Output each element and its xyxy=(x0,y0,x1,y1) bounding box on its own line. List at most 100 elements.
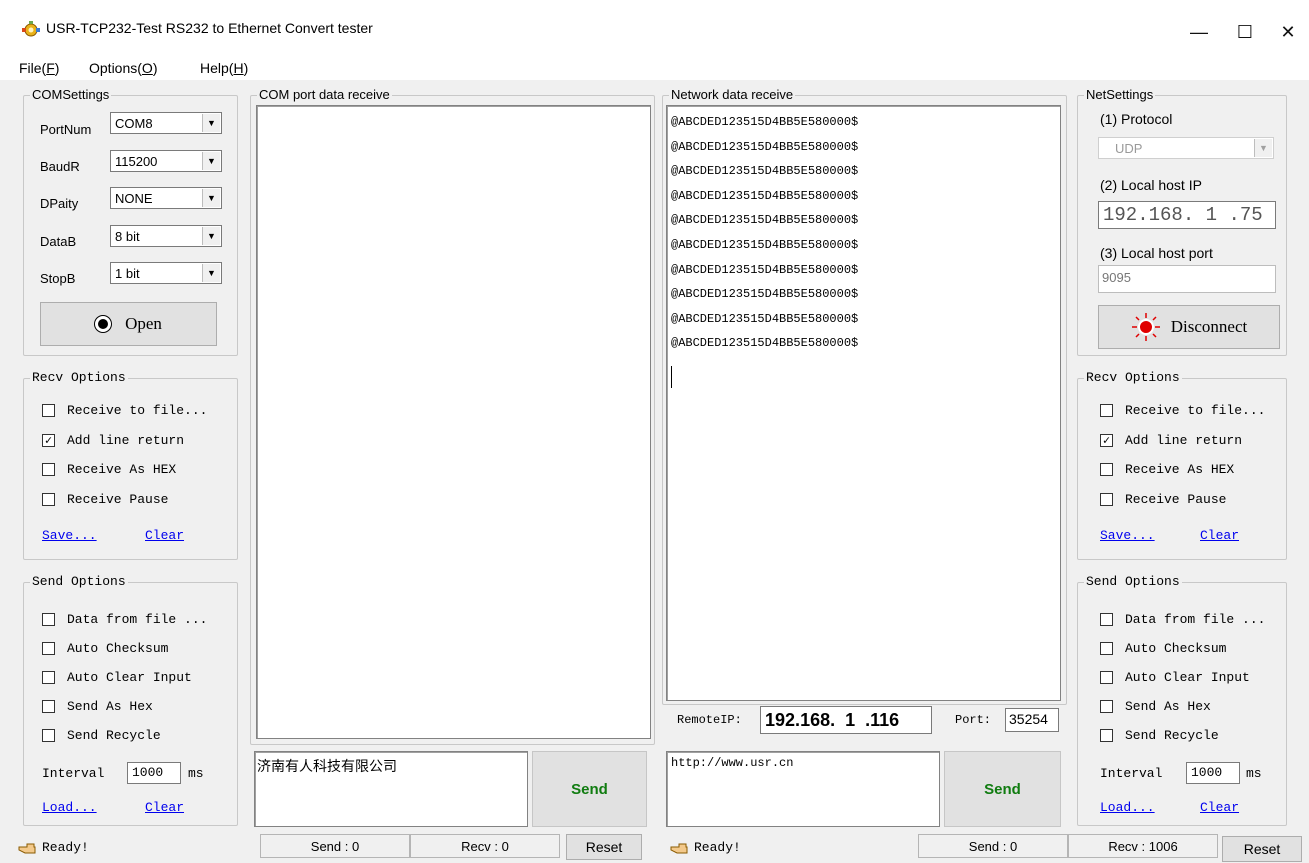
menu-help[interactable]: Help(H) xyxy=(200,60,248,76)
left-send-clear-link[interactable]: Clear xyxy=(145,800,184,815)
rx-line: @ABCDED123515D4BB5E580000$ xyxy=(671,115,859,129)
left-interval-unit: ms xyxy=(188,766,204,781)
local-ip-input[interactable]: 192. 168. 1 . 75 xyxy=(1098,201,1276,229)
left-auto-checksum-checkbox[interactable]: Auto Checksum xyxy=(42,641,168,656)
com-send-input[interactable]: 济南有人科技有限公司 xyxy=(254,751,528,827)
com-reset-button[interactable]: Reset xyxy=(566,834,642,860)
close-button[interactable]: ✕ xyxy=(1268,12,1308,52)
right-receive-as-hex-checkbox[interactable]: Receive As HEX xyxy=(1100,462,1234,477)
databits-label: DataB xyxy=(40,234,77,249)
remote-port-input[interactable]: 35254 xyxy=(1005,708,1059,732)
left-receive-to-file-checkbox[interactable]: Receive to file... xyxy=(42,403,207,418)
minimize-icon: — xyxy=(1190,21,1208,42)
right-send-as-hex-checkbox[interactable]: Send As Hex xyxy=(1100,699,1211,714)
open-button[interactable]: Open xyxy=(40,302,217,346)
databits-select[interactable]: 8 bit ▼ xyxy=(110,225,222,247)
checkbox-icon xyxy=(1100,493,1113,506)
right-load-link[interactable]: Load... xyxy=(1100,800,1155,815)
local-port-label: (3) Local host port xyxy=(1100,245,1213,261)
left-recv-clear-link[interactable]: Clear xyxy=(145,528,184,543)
baud-label: BaudR xyxy=(40,159,80,174)
right-save-link[interactable]: Save... xyxy=(1100,528,1155,543)
local-port-input[interactable]: 9095 xyxy=(1098,265,1276,293)
left-interval-input[interactable]: 1000 xyxy=(127,762,181,784)
remote-ip-label: RemoteIP: xyxy=(677,713,742,727)
left-add-line-return-checkbox[interactable]: ✓ Add line return xyxy=(42,433,184,448)
checkbox-icon xyxy=(42,613,55,626)
checkbox-icon xyxy=(1100,463,1113,476)
checkbox-icon xyxy=(42,671,55,684)
left-receive-as-hex-checkbox[interactable]: Receive As HEX xyxy=(42,462,176,477)
left-send-as-hex-checkbox[interactable]: Send As Hex xyxy=(42,699,153,714)
net-send-input[interactable]: http://www.usr.cn xyxy=(666,751,940,827)
left-receive-pause-checkbox[interactable]: Receive Pause xyxy=(42,492,168,507)
checkbox-icon xyxy=(42,642,55,655)
checkbox-icon xyxy=(1100,613,1113,626)
chevron-down-icon: ▼ xyxy=(202,189,220,207)
right-data-from-file-checkbox[interactable]: Data from file ... xyxy=(1100,612,1265,627)
right-recv-options-title: Recv Options xyxy=(1084,370,1182,386)
right-recv-clear-link[interactable]: Clear xyxy=(1200,528,1239,543)
checkbox-icon xyxy=(42,463,55,476)
com-send-counter: Send : 0 xyxy=(260,834,410,858)
left-send-recycle-checkbox[interactable]: Send Recycle xyxy=(42,728,161,743)
net-settings-title: NetSettings xyxy=(1084,87,1156,103)
rx-line: @ABCDED123515D4BB5E580000$ xyxy=(671,188,859,203)
net-reset-button[interactable]: Reset xyxy=(1222,836,1302,862)
right-interval-input[interactable]: 1000 xyxy=(1186,762,1240,784)
net-receive-area[interactable]: @ABCDED123515D4BB5E580000$ @ABCDED123515… xyxy=(666,105,1061,701)
rx-line: @ABCDED123515D4BB5E580000$ xyxy=(671,311,859,326)
right-auto-clear-input-checkbox[interactable]: Auto Clear Input xyxy=(1100,670,1250,685)
left-auto-clear-input-checkbox[interactable]: Auto Clear Input xyxy=(42,670,192,685)
left-status: Ready! xyxy=(18,840,89,855)
maximize-button[interactable]: ☐ xyxy=(1222,12,1268,52)
protocol-select[interactable]: UDP ▼ xyxy=(1098,137,1274,159)
rx-line: @ABCDED123515D4BB5E580000$ xyxy=(671,139,859,154)
parity-select[interactable]: NONE ▼ xyxy=(110,187,222,209)
left-save-link[interactable]: Save... xyxy=(42,528,97,543)
com-send-button[interactable]: Send xyxy=(532,751,647,827)
right-receive-to-file-checkbox[interactable]: Receive to file... xyxy=(1100,403,1265,418)
checkbox-icon xyxy=(42,404,55,417)
net-send-button[interactable]: Send xyxy=(944,751,1061,827)
left-recv-options-title: Recv Options xyxy=(30,370,128,386)
rx-line: @ABCDED123515D4BB5E580000$ xyxy=(671,336,859,351)
menu-file[interactable]: File(F) xyxy=(19,60,59,76)
com-receive-area[interactable] xyxy=(256,105,651,739)
stopbits-select[interactable]: 1 bit ▼ xyxy=(110,262,222,284)
port-select[interactable]: COM8 ▼ xyxy=(110,112,222,134)
chevron-down-icon: ▼ xyxy=(202,227,220,245)
right-send-clear-link[interactable]: Clear xyxy=(1200,800,1239,815)
disconnect-button[interactable]: Disconnect xyxy=(1098,305,1280,349)
remote-ip-input[interactable]: 192. 168. 1 . 116 xyxy=(760,706,932,734)
net-status: Ready! xyxy=(670,840,741,855)
checkmark-icon: ✓ xyxy=(42,434,55,447)
chevron-down-icon: ▼ xyxy=(202,264,220,282)
checkbox-icon xyxy=(1100,671,1113,684)
pointing-hand-icon xyxy=(670,843,688,853)
pointing-hand-icon xyxy=(18,843,36,853)
right-auto-checksum-checkbox[interactable]: Auto Checksum xyxy=(1100,641,1226,656)
app-icon xyxy=(22,21,40,37)
right-send-recycle-checkbox[interactable]: Send Recycle xyxy=(1100,728,1219,743)
com-receive-title: COM port data receive xyxy=(257,87,392,103)
minimize-button[interactable]: — xyxy=(1176,12,1222,52)
stopbits-label: StopB xyxy=(40,271,76,286)
left-load-link[interactable]: Load... xyxy=(42,800,97,815)
baud-select[interactable]: 115200 ▼ xyxy=(110,150,222,172)
right-receive-pause-checkbox[interactable]: Receive Pause xyxy=(1100,492,1226,507)
rx-line: @ABCDED123515D4BB5E580000$ xyxy=(671,287,859,302)
rx-line: @ABCDED123515D4BB5E580000$ xyxy=(671,237,859,252)
net-recv-counter: Recv : 1006 xyxy=(1068,834,1218,858)
right-interval-label: Interval xyxy=(1100,766,1163,781)
left-data-from-file-checkbox[interactable]: Data from file ... xyxy=(42,612,207,627)
right-add-line-return-checkbox[interactable]: ✓ Add line return xyxy=(1100,433,1242,448)
led-off-icon xyxy=(95,316,112,332)
right-interval-unit: ms xyxy=(1246,766,1262,781)
maximize-icon: ☐ xyxy=(1236,21,1254,42)
text-cursor xyxy=(671,365,672,388)
right-send-options-title: Send Options xyxy=(1084,574,1182,590)
com-settings-title: COMSettings xyxy=(30,87,112,103)
menu-options[interactable]: Options(O) xyxy=(89,60,157,76)
net-receive-title: Network data receive xyxy=(669,87,796,103)
